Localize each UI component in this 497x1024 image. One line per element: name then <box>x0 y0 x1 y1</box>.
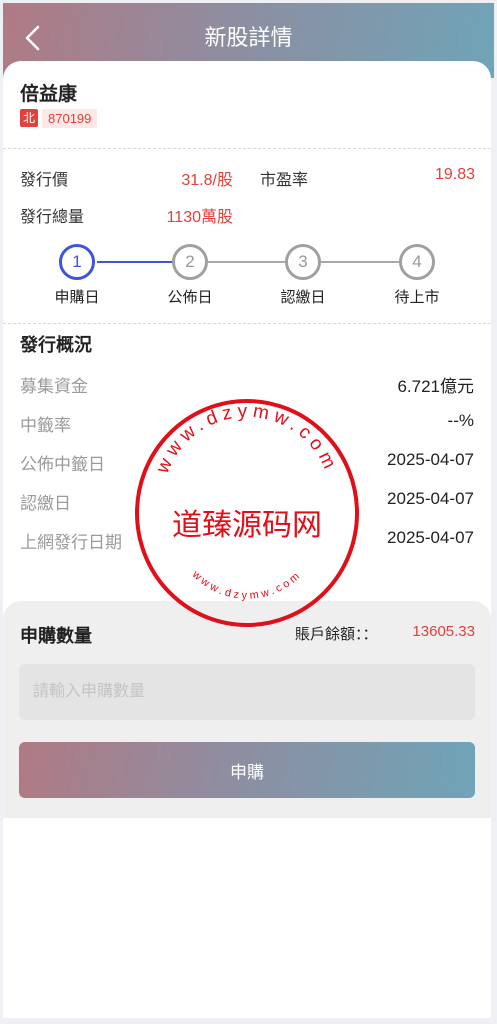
winning-rate-label: 中籤率 <box>20 416 71 435</box>
step-connector-1 <box>97 261 173 263</box>
raised-funds-value: 6.721億元 <box>397 377 474 396</box>
issue-volume-label: 發行總量 <box>20 209 85 226</box>
issue-price-label: 發行價 <box>20 172 69 189</box>
payment-date-label: 認繳日 <box>20 494 71 513</box>
step-4-circle: 4 <box>399 244 435 280</box>
step-4-label: 待上市 <box>394 289 440 306</box>
stock-code: 870199 <box>42 109 98 128</box>
online-issue-date-value: 2025-04-07 <box>387 528 474 547</box>
market-badge: 北 <box>20 109 38 127</box>
watermark-center-text: 道臻源码网 <box>172 508 322 543</box>
subscribe-button[interactable]: 申購 <box>19 742 475 798</box>
step-3-circle: 3 <box>285 244 321 280</box>
subscribe-quantity-title: 申購數量 <box>20 626 92 646</box>
step-2-label: 公佈日 <box>167 289 213 306</box>
step-3-label: 認繳日 <box>280 289 326 306</box>
issue-volume-value: 1130萬股 <box>166 209 233 226</box>
issue-price-value: 31.8/股 <box>181 172 233 189</box>
pe-ratio-value: 19.83 <box>434 166 475 183</box>
step-connector-3 <box>321 261 400 263</box>
watermark-stamp: www.dzymw.com www.dzymw.com 道臻源码网 <box>135 399 359 627</box>
overview-title: 發行概況 <box>20 335 92 355</box>
step-1-circle: 1 <box>59 244 95 280</box>
payment-date-value: 2025-04-07 <box>387 489 474 508</box>
raised-funds-label: 募集資金 <box>20 377 88 396</box>
divider <box>3 148 491 149</box>
step-2-circle: 2 <box>172 244 208 280</box>
stock-name: 倍益康 <box>20 84 78 105</box>
step-connector-2 <box>208 261 286 263</box>
announce-date-value: 2025-04-07 <box>387 450 474 469</box>
pe-ratio-label: 市盈率 <box>260 172 309 189</box>
online-issue-date-label: 上網發行日期 <box>20 533 122 552</box>
watermark-ring-bottom: www.dzymw.com <box>189 568 304 602</box>
account-balance-value: 13605.33 <box>412 623 475 640</box>
divider <box>3 323 491 324</box>
winning-rate-value: --% <box>447 411 474 430</box>
step-1-label: 申購日 <box>54 289 100 306</box>
subscribe-panel: 申購數量 賬戶餘額：： 13605.33 申購 <box>3 601 491 818</box>
announce-date-label: 公佈中籤日 <box>20 455 105 474</box>
watermark-ring-top: www.dzymw.com <box>152 401 342 478</box>
subscribe-quantity-input[interactable] <box>19 664 475 720</box>
page-title: 新股詳情 <box>204 25 293 50</box>
